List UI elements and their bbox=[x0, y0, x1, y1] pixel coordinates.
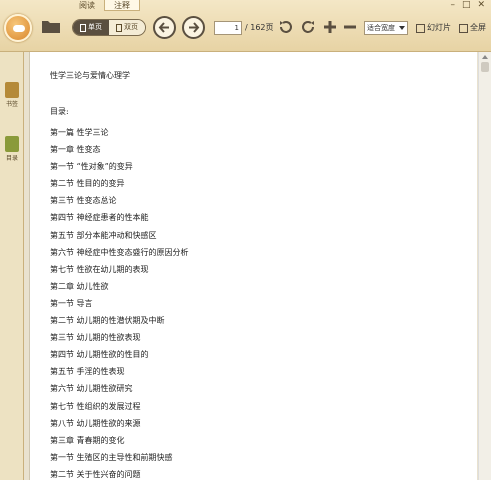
scrollbar-thumb[interactable] bbox=[481, 62, 489, 72]
toc-entry: 第二节 关于性兴奋的问题 bbox=[50, 469, 141, 479]
toc-entry: 第六节 神经症中性变态盛行的原因分析 bbox=[50, 247, 189, 257]
document-page: 性学三论与爱情心理学 目录: 第一篇 性学三论 第一章 性变态 第一节 “性对象… bbox=[29, 52, 477, 480]
slideshow-icon bbox=[416, 23, 425, 33]
maximize-icon[interactable]: □ bbox=[462, 0, 471, 11]
app-logo[interactable] bbox=[4, 14, 32, 42]
minimize-icon[interactable]: – bbox=[450, 0, 455, 11]
double-page-button[interactable]: 双页 bbox=[109, 20, 145, 35]
toc-entry: 第二章 幼儿性欲 bbox=[50, 281, 109, 291]
tab-annotate[interactable]: 注释 bbox=[104, 0, 140, 11]
toc-entry: 第四节 幼儿期性欲的性目的 bbox=[50, 350, 149, 360]
double-page-label: 双页 bbox=[124, 23, 138, 31]
open-file-button[interactable] bbox=[41, 19, 61, 34]
toc-entry: 第三章 青春期的变化 bbox=[50, 435, 125, 445]
toc-entry: 第五节 手淫的性表现 bbox=[50, 367, 125, 377]
rotate-left-button[interactable] bbox=[277, 18, 295, 36]
toc-list: 第一篇 性学三论 第一章 性变态 第一节 “性对象”的变异 第二节 性目的的变异… bbox=[50, 124, 189, 480]
fit-mode-select[interactable]: 适合宽度 bbox=[364, 21, 408, 35]
chevron-down-icon bbox=[399, 26, 405, 30]
page-number-input[interactable]: 1 bbox=[214, 21, 242, 35]
arrow-right-icon bbox=[189, 22, 200, 33]
sidebar-item-toc[interactable]: 目录 bbox=[2, 136, 22, 162]
toc-heading: 目录: bbox=[50, 107, 69, 116]
single-page-button[interactable]: 单页 bbox=[73, 20, 109, 35]
toc-entry: 第三节 幼儿期的性欲表现 bbox=[50, 333, 141, 343]
toc-entry: 第七节 性组织的发展过程 bbox=[50, 401, 141, 411]
toc-entry: 第一节 导言 bbox=[50, 298, 93, 308]
folder-icon bbox=[42, 21, 60, 33]
next-page-button[interactable] bbox=[182, 16, 205, 39]
toc-entry: 第一节 “性对象”的变异 bbox=[50, 162, 133, 172]
toc-entry: 第一篇 性学三论 bbox=[50, 128, 109, 137]
tab-read[interactable]: 阅读 bbox=[70, 0, 104, 11]
toc-entry: 第五节 部分本能冲动和快感区 bbox=[50, 230, 157, 240]
window-controls: – □ ✕ bbox=[450, 0, 485, 11]
toc-entry: 第六节 幼儿期性欲研究 bbox=[50, 384, 133, 394]
toolbar: 阅读 注释 – □ ✕ 单页 双页 1 / 162页 适合宽度 幻灯片 全屏 bbox=[0, 0, 491, 52]
fullscreen-label: 全屏 bbox=[470, 23, 486, 32]
single-page-icon bbox=[80, 23, 86, 32]
toc-entry: 第三节 性变态总论 bbox=[50, 196, 117, 206]
toc-entry: 第四节 神经症患者的性本能 bbox=[50, 213, 149, 223]
single-page-label: 单页 bbox=[88, 23, 102, 31]
slideshow-label: 幻灯片 bbox=[427, 23, 451, 32]
plus-icon bbox=[324, 21, 336, 33]
toc-entry: 第二节 性目的的变异 bbox=[50, 179, 125, 189]
bookmark-icon bbox=[5, 82, 19, 98]
arrow-left-icon bbox=[158, 22, 169, 33]
vertical-scrollbar[interactable] bbox=[478, 52, 491, 480]
sidebar-item-label: 目录 bbox=[5, 155, 18, 162]
scroll-up-icon[interactable] bbox=[482, 55, 488, 59]
rotate-ccw-icon bbox=[280, 21, 292, 33]
toc-entry: 第一节 生殖区的主导性和前期快感 bbox=[50, 452, 173, 462]
close-icon[interactable]: ✕ bbox=[477, 0, 485, 11]
fullscreen-button[interactable]: 全屏 bbox=[459, 21, 486, 35]
rotate-right-button[interactable] bbox=[299, 18, 317, 36]
toc-entry: 第二节 幼儿期的性潜伏期及中断 bbox=[50, 316, 165, 326]
previous-page-button[interactable] bbox=[153, 16, 176, 39]
toc-entry: 第八节 幼儿期性欲的来源 bbox=[50, 418, 141, 428]
fullscreen-icon bbox=[459, 23, 468, 33]
zoom-in-button[interactable] bbox=[321, 18, 339, 36]
minus-icon bbox=[344, 25, 356, 29]
page-mode-toggle: 单页 双页 bbox=[72, 19, 146, 36]
document-title: 性学三论与爱情心理学 bbox=[50, 71, 130, 80]
toc-icon bbox=[5, 136, 19, 152]
rotate-cw-icon bbox=[302, 21, 314, 33]
sidebar-item-bookmarks[interactable]: 书签 bbox=[2, 82, 22, 108]
page-total: / 162页 bbox=[245, 23, 274, 32]
double-page-icon bbox=[116, 23, 122, 32]
slideshow-button[interactable]: 幻灯片 bbox=[416, 21, 451, 35]
toc-entry: 第七节 性欲在幼儿期的表现 bbox=[50, 264, 149, 274]
fit-mode-value: 适合宽度 bbox=[367, 24, 395, 32]
sidebar: 书签 目录 bbox=[0, 52, 24, 480]
sidebar-item-label: 书签 bbox=[5, 101, 18, 108]
view-tabs: 阅读 注释 bbox=[70, 0, 140, 11]
toc-entry: 第一章 性变态 bbox=[50, 145, 101, 155]
zoom-out-button[interactable] bbox=[341, 18, 359, 36]
